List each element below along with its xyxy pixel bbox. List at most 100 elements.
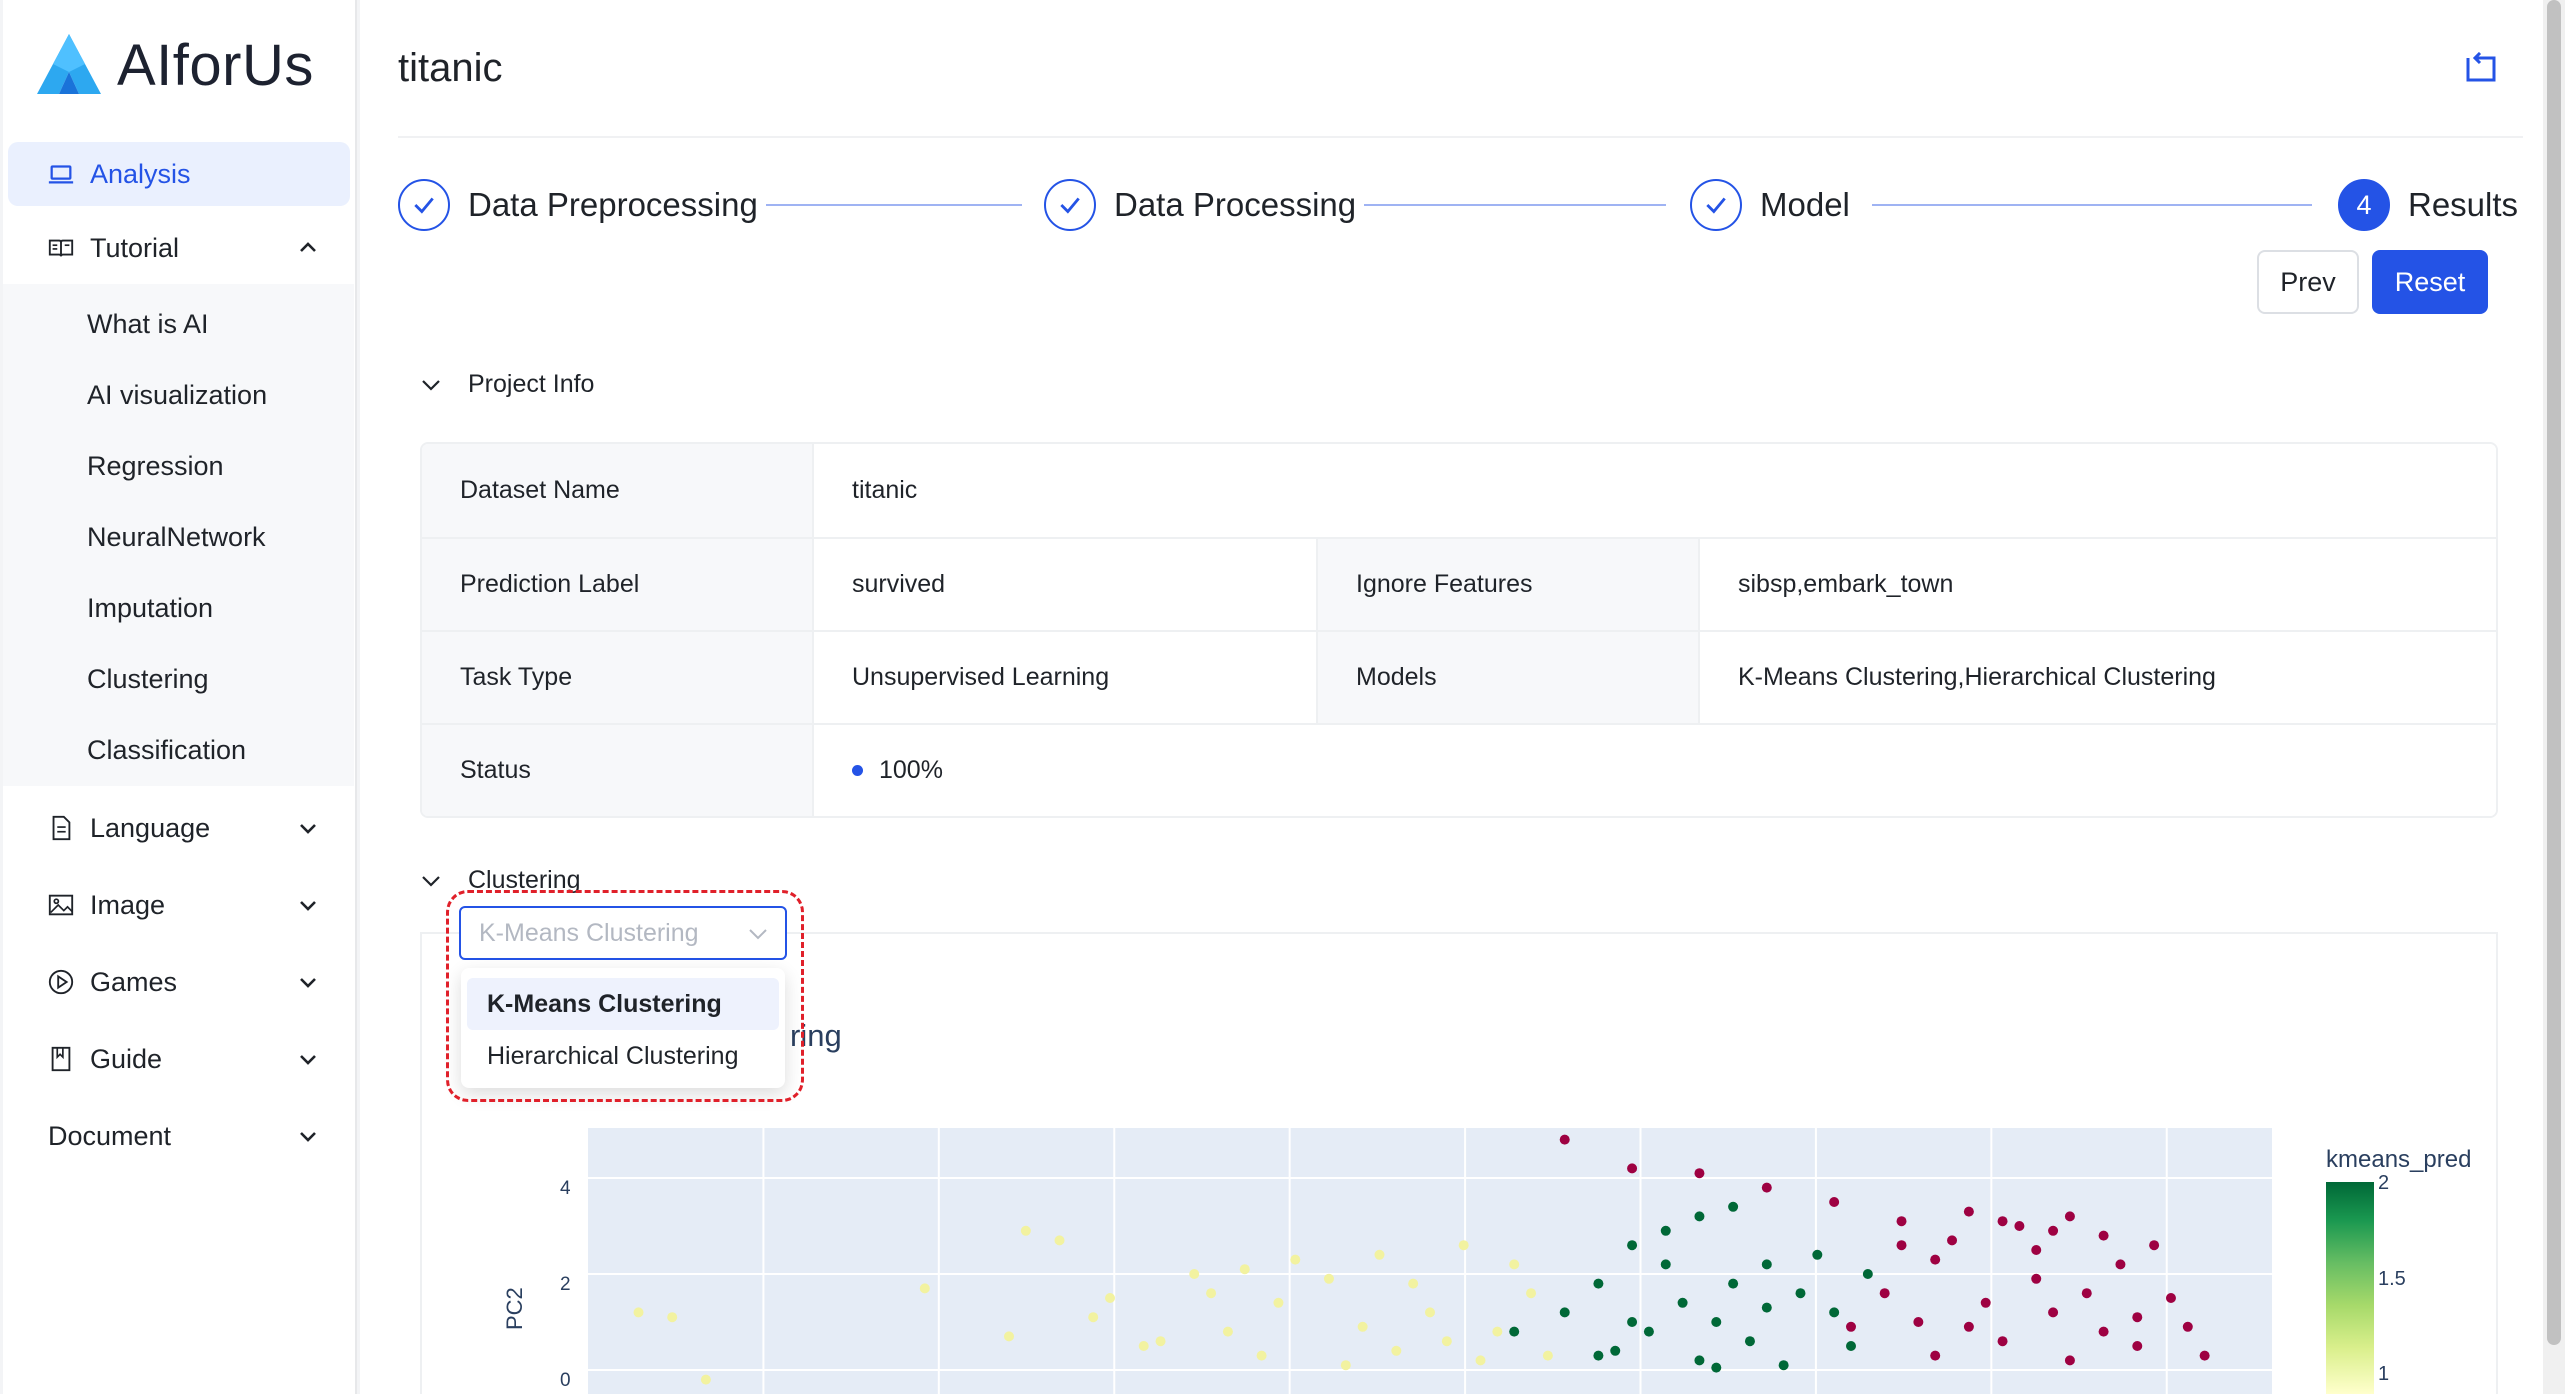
scatter-point[interactable] xyxy=(1509,1326,1520,1337)
scatter-point[interactable] xyxy=(1947,1235,1958,1246)
scatter-point[interactable] xyxy=(1829,1197,1840,1207)
scatter-point[interactable] xyxy=(1273,1297,1284,1308)
sidebar-item-language[interactable]: Language xyxy=(8,796,350,860)
scatter-point[interactable] xyxy=(1694,1355,1705,1366)
scatter-point[interactable] xyxy=(1677,1297,1688,1308)
sidebar-item-guide[interactable]: Guide xyxy=(8,1027,350,1091)
scatter-point[interactable] xyxy=(2115,1259,2126,1270)
scatter-point[interactable] xyxy=(1728,1278,1739,1289)
step-data-processing[interactable]: Data Processing xyxy=(1044,178,1356,232)
scatter-point[interactable] xyxy=(1744,1336,1755,1347)
scatter-point[interactable] xyxy=(2165,1293,2176,1303)
scatter-point[interactable] xyxy=(1627,1163,1638,1174)
scatter-point[interactable] xyxy=(1627,1240,1638,1251)
scatter-point[interactable] xyxy=(1660,1259,1671,1270)
app-logo[interactable]: AIforUs xyxy=(35,30,314,100)
scatter-point[interactable] xyxy=(2014,1221,2025,1231)
scatter-point[interactable] xyxy=(1475,1355,1486,1366)
sidebar-item-document[interactable]: Document xyxy=(8,1104,350,1168)
scatter-point[interactable] xyxy=(1862,1269,1873,1279)
scatter-point[interactable] xyxy=(1711,1317,1722,1327)
scatter-point[interactable] xyxy=(2064,1211,2075,1222)
scatter-point[interactable] xyxy=(1627,1317,1638,1327)
project-info-header[interactable]: Project Info xyxy=(420,370,594,399)
scatter-point[interactable] xyxy=(1660,1225,1671,1236)
scatter-point[interactable] xyxy=(1694,1211,1705,1222)
scatter-point[interactable] xyxy=(700,1374,711,1385)
scatter-point[interactable] xyxy=(1155,1336,1166,1347)
scatter-point[interactable] xyxy=(2199,1350,2210,1361)
sidebar-item-image[interactable]: Image xyxy=(8,873,350,937)
scatter-point[interactable] xyxy=(1559,1134,1570,1145)
sidebar-item-games[interactable]: Games xyxy=(8,950,350,1014)
reset-button[interactable]: Reset xyxy=(2372,250,2488,314)
scatter-point[interactable] xyxy=(1846,1341,1856,1351)
step-data-preprocessing[interactable]: Data Preprocessing xyxy=(398,178,758,232)
scatter-point[interactable] xyxy=(1610,1345,1621,1356)
scatter-point[interactable] xyxy=(1913,1317,1924,1327)
scatter-point[interactable] xyxy=(1761,1182,1772,1193)
sidebar-subitem-classification[interactable]: Classification xyxy=(8,718,350,782)
scatter-point[interactable] xyxy=(1930,1254,1941,1265)
scatter-point[interactable] xyxy=(2081,1288,2092,1299)
scatter-point[interactable] xyxy=(2182,1321,2193,1332)
step-model[interactable]: Model xyxy=(1690,178,1850,232)
scatter-point[interactable] xyxy=(1290,1254,1301,1265)
scatter-point[interactable] xyxy=(919,1283,930,1294)
scatter-point[interactable] xyxy=(1761,1259,1772,1270)
sidebar-subitem-regression[interactable]: Regression xyxy=(8,434,350,498)
scatter-point[interactable] xyxy=(1441,1336,1452,1347)
scatter-point[interactable] xyxy=(2149,1240,2160,1251)
scatter-point[interactable] xyxy=(1357,1321,1368,1332)
scatter-point[interactable] xyxy=(2048,1225,2059,1236)
scatter-point[interactable] xyxy=(1997,1216,2008,1227)
scatter-point[interactable] xyxy=(2031,1273,2042,1284)
scatter-point[interactable] xyxy=(1509,1259,1520,1270)
scatter-point[interactable] xyxy=(1256,1350,1267,1361)
scatter-point[interactable] xyxy=(1542,1350,1553,1361)
scatter-point[interactable] xyxy=(1812,1249,1823,1260)
scatter-point[interactable] xyxy=(1829,1307,1840,1318)
scatter-point[interactable] xyxy=(1593,1350,1604,1361)
scatter-point[interactable] xyxy=(1222,1326,1233,1337)
sidebar-subitem-imputation[interactable]: Imputation xyxy=(8,576,350,640)
scatter-point[interactable] xyxy=(667,1312,678,1323)
scatter-point[interactable] xyxy=(2098,1230,2109,1241)
scatter-point[interactable] xyxy=(2031,1245,2042,1255)
scatter-point[interactable] xyxy=(2132,1312,2143,1323)
scatter-point[interactable] xyxy=(1930,1350,1941,1361)
back-icon[interactable] xyxy=(2464,52,2498,86)
scatter-point[interactable] xyxy=(1963,1206,1974,1217)
scatter-point[interactable] xyxy=(1323,1273,1334,1284)
scatter-point[interactable] xyxy=(1088,1312,1099,1323)
scatter-point[interactable] xyxy=(1559,1307,1570,1318)
scatter-point[interactable] xyxy=(1458,1240,1469,1251)
scatter-point[interactable] xyxy=(1138,1341,1149,1351)
scatter-point[interactable] xyxy=(633,1307,644,1318)
scatter-point[interactable] xyxy=(1980,1297,1991,1308)
scatter-point[interactable] xyxy=(1846,1321,1856,1332)
scatter-point[interactable] xyxy=(1492,1326,1503,1337)
sidebar-subitem-clustering[interactable]: Clustering xyxy=(8,647,350,711)
scatter-point[interactable] xyxy=(1425,1307,1435,1318)
scatter-point[interactable] xyxy=(1239,1264,1250,1275)
scrollbar-thumb[interactable] xyxy=(2547,0,2561,1345)
scatter-point[interactable] xyxy=(2132,1341,2143,1351)
scatter-point[interactable] xyxy=(1004,1331,1014,1342)
step-results[interactable]: 4 Results xyxy=(2338,178,2518,232)
scatter-point[interactable] xyxy=(1643,1326,1654,1337)
scatter-point[interactable] xyxy=(1526,1288,1537,1299)
scatter-point[interactable] xyxy=(1896,1216,1907,1227)
scatter-point[interactable] xyxy=(1340,1360,1351,1371)
scatter-point[interactable] xyxy=(1391,1345,1402,1356)
scatter-point[interactable] xyxy=(1189,1269,1200,1279)
scatter-point[interactable] xyxy=(1879,1288,1890,1299)
scatter-point[interactable] xyxy=(2098,1326,2109,1337)
scatter-point[interactable] xyxy=(1020,1225,1031,1236)
sidebar-item-tutorial[interactable]: Tutorial xyxy=(8,216,350,280)
sidebar-subitem-what-is-ai[interactable]: What is AI xyxy=(8,292,350,356)
scatter-point[interactable] xyxy=(1374,1249,1385,1260)
scatter-point[interactable] xyxy=(1105,1293,1116,1303)
scatter-point[interactable] xyxy=(1694,1168,1705,1179)
scatter-point[interactable] xyxy=(2048,1307,2059,1318)
